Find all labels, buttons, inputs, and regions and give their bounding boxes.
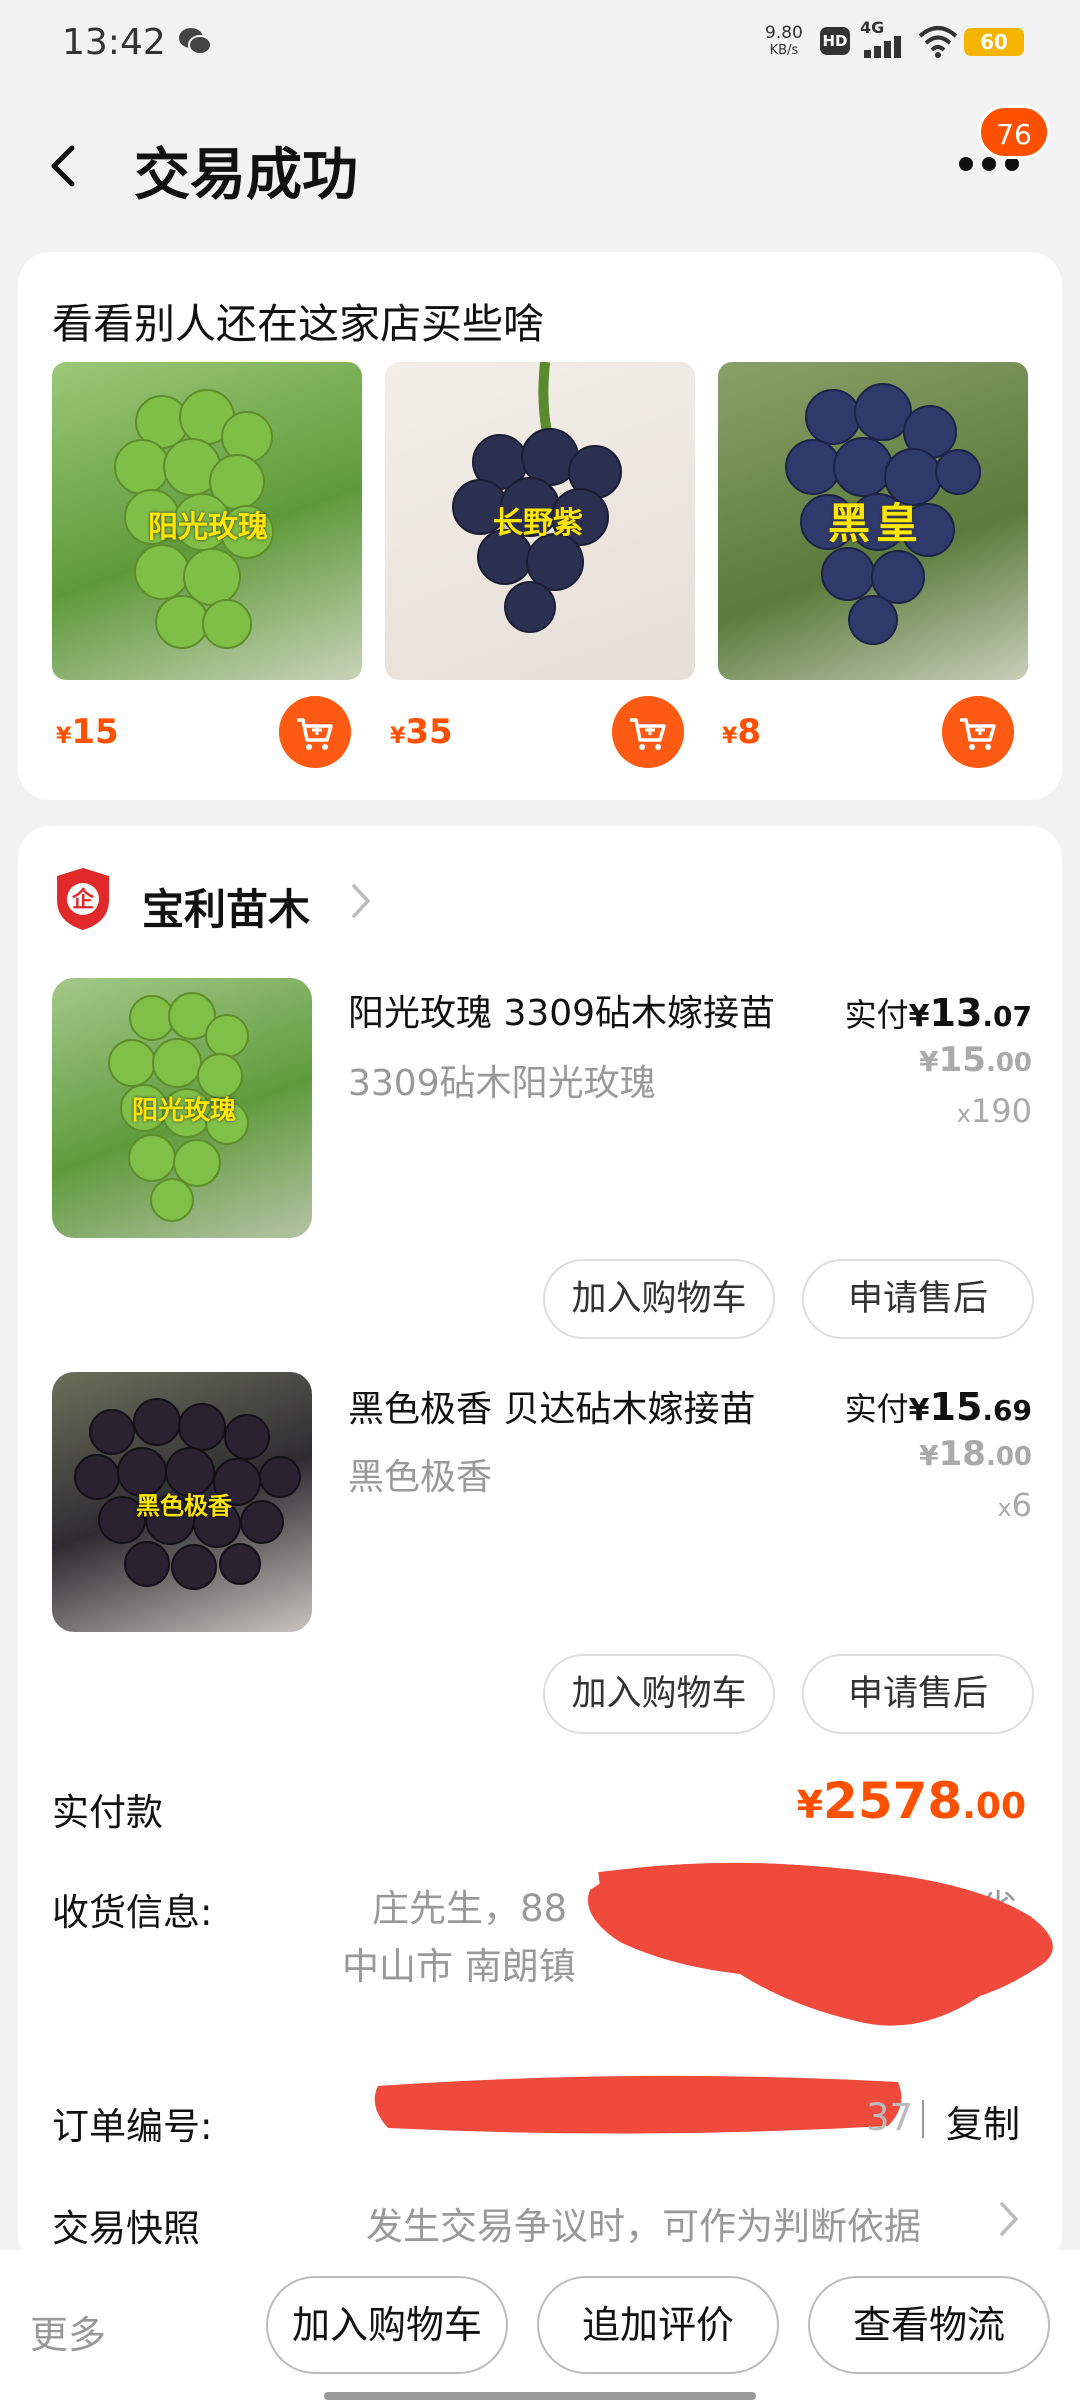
copy-order-number-button[interactable]: 复制: [946, 2094, 1020, 2148]
network-speed-value: 9.80: [765, 23, 803, 43]
original-integer: 18: [938, 1434, 986, 1474]
paid-integer: 13: [929, 991, 983, 1035]
network-type: 4G: [860, 18, 885, 37]
recommend-image-label: 长野紫: [493, 506, 583, 541]
currency-symbol: ¥: [390, 724, 406, 749]
original-integer: 15: [938, 1040, 986, 1080]
paid-label: 实付: [844, 996, 909, 1034]
redaction-mark: [374, 2075, 902, 2134]
battery-icon: 60: [964, 28, 1024, 56]
after-sales-button[interactable]: 申请售后: [802, 1259, 1034, 1339]
chevron-right-icon[interactable]: [350, 882, 372, 920]
order-item-title[interactable]: 黑色极香 贝达砧木嫁接苗: [348, 1380, 808, 1432]
order-number-label: 订单编号:: [52, 2105, 213, 2148]
recommend-price: ¥8: [722, 712, 761, 752]
page-title: 交易成功: [134, 143, 358, 208]
paid-decimal: .69: [982, 1394, 1032, 1427]
currency-symbol: ¥: [919, 1439, 939, 1472]
price-value: 15: [71, 712, 119, 752]
order-number-tail: 37: [866, 2096, 914, 2139]
price-value: 35: [405, 712, 453, 752]
recommend-price: ¥15: [56, 712, 119, 752]
add-review-button[interactable]: 追加评价: [537, 2276, 779, 2374]
add-to-cart-bottom-button[interactable]: 加入购物车: [266, 2276, 508, 2374]
recommend-product-image[interactable]: 黑皇: [718, 362, 1028, 680]
wechat-icon: [179, 28, 212, 55]
order-item-paid-price: 实付¥15.69: [845, 1384, 1032, 1430]
price-value: 8: [737, 712, 761, 752]
divider: [922, 2100, 924, 2138]
wifi-icon: [918, 26, 958, 58]
order-item-quantity: x6: [997, 1486, 1032, 1524]
quantity-prefix: x: [956, 1100, 971, 1128]
add-to-cart-icon[interactable]: [942, 696, 1014, 768]
order-item-image-label: 黑色极香: [136, 1492, 232, 1520]
paid-amount-value: ¥2578.00: [797, 1772, 1026, 1830]
recommend-image-label: 黑皇: [828, 499, 925, 548]
snapshot-label[interactable]: 交易快照: [52, 2198, 200, 2252]
more-actions-button[interactable]: 更多: [30, 2304, 106, 2359]
message-count-badge[interactable]: 76: [978, 105, 1050, 159]
recommend-price: ¥35: [390, 712, 453, 752]
currency-symbol: ¥: [722, 724, 738, 749]
shipping-info-label: 收货信息:: [52, 1891, 213, 1934]
status-bar: 13:42 9.80 KB/s HD 4G 60: [0, 0, 1080, 90]
snapshot-hint[interactable]: 发生交易争议时，可作为判断依据: [366, 2196, 921, 2250]
paid-label: 实付: [844, 1390, 909, 1428]
shop-name[interactable]: 宝利苗木: [142, 876, 310, 937]
back-arrow-icon[interactable]: [44, 140, 84, 192]
paid-decimal: .07: [982, 1000, 1032, 1033]
add-to-cart-icon[interactable]: [612, 696, 684, 768]
add-to-cart-icon[interactable]: [279, 696, 351, 768]
currency-symbol: ¥: [908, 1393, 930, 1428]
hd-icon: HD: [820, 27, 850, 55]
recommend-title: 看看别人还在这家店买些啥: [52, 300, 544, 348]
order-item-paid-price: 实付¥13.07: [845, 990, 1032, 1036]
recommend-image-label: 阳光玫瑰: [148, 510, 268, 545]
order-item-spec: 黑色极香: [348, 1457, 493, 1498]
currency-symbol: ¥: [796, 1783, 824, 1827]
svg-text:企: 企: [71, 887, 95, 913]
quantity-value: 190: [970, 1092, 1032, 1130]
enterprise-shop-icon: 企: [57, 868, 109, 930]
recommend-product-image[interactable]: 阳光玫瑰: [52, 362, 362, 680]
add-to-cart-button[interactable]: 加入购物车: [543, 1259, 775, 1339]
view-logistics-button[interactable]: 查看物流: [808, 2276, 1050, 2374]
order-item-image[interactable]: 阳光玫瑰: [52, 978, 312, 1238]
shipping-name: 庄先生，88: [372, 1887, 568, 1930]
after-sales-button[interactable]: 申请售后: [802, 1654, 1034, 1734]
paid-amount-decimal: .00: [962, 1786, 1026, 1827]
paid-amount-label: 实付款: [52, 1791, 163, 1834]
original-decimal: .00: [985, 1442, 1032, 1472]
shipping-address: 中山市 南朗镇: [342, 1945, 576, 1988]
network-speed: 9.80 KB/s: [765, 24, 803, 60]
order-item-image[interactable]: 黑色极香: [52, 1372, 312, 1632]
order-item-original-price: ¥15.00: [919, 1040, 1032, 1080]
paid-amount-integer: 2578: [823, 1772, 963, 1830]
home-indicator[interactable]: [324, 2392, 756, 2400]
currency-symbol: ¥: [56, 724, 72, 749]
add-to-cart-button[interactable]: 加入购物车: [543, 1654, 775, 1734]
cellular-signal-icon: 4G: [860, 18, 908, 58]
quantity-prefix: x: [997, 1494, 1012, 1522]
order-item-spec: 3309砧木阳光玫瑰: [348, 1063, 656, 1104]
paid-integer: 15: [929, 1385, 983, 1429]
order-item-image-label: 阳光玫瑰: [132, 1096, 237, 1126]
original-decimal: .00: [985, 1048, 1032, 1078]
status-time: 13:42: [62, 22, 166, 63]
chevron-right-icon[interactable]: [998, 2200, 1020, 2238]
network-speed-unit: KB/s: [769, 43, 799, 58]
currency-symbol: ¥: [919, 1045, 939, 1078]
order-item-quantity: x190: [957, 1092, 1032, 1130]
currency-symbol: ¥: [908, 999, 930, 1034]
order-item-original-price: ¥18.00: [919, 1434, 1032, 1474]
quantity-value: 6: [1011, 1486, 1032, 1524]
redaction-mark: [588, 1862, 1053, 2026]
order-item-title[interactable]: 阳光玫瑰 3309砧木嫁接苗: [348, 984, 808, 1036]
recommend-product-image[interactable]: 长野紫: [385, 362, 695, 680]
